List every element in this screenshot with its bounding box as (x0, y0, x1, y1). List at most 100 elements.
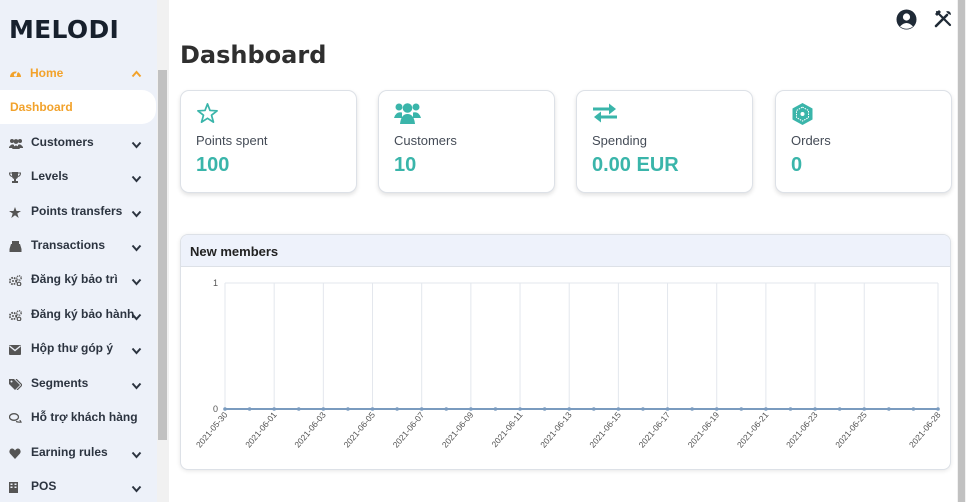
sidebar-item-label: Customers (31, 135, 94, 149)
user-circle-icon[interactable] (896, 9, 917, 35)
chevron-down-icon[interactable] (131, 136, 142, 154)
sidebar-item-label: Dashboard (10, 100, 73, 114)
sidebar-item-label: Segments (31, 376, 89, 390)
chart-data-point (690, 407, 694, 411)
chart-x-tick-label: 2021-06-11 (489, 410, 524, 449)
chart-data-point (911, 407, 916, 411)
chart-data-point (837, 407, 842, 411)
chart-x-tick-label: 2021-06-19 (686, 410, 722, 450)
sidebar-item-points-transfers[interactable]: Points transfers (0, 196, 156, 226)
new-members-chart-panel: New members 0 1 2021-05-30 2021-06-01 2021-0… (180, 234, 951, 470)
chart-x-tick-label: 2021-06-23 (784, 410, 820, 450)
chart-data-point (395, 407, 399, 411)
envelope-icon (9, 342, 21, 360)
chart-x-tick-label: 2021-06-01 (243, 410, 279, 450)
building-icon (9, 480, 18, 498)
sidebar-item-home[interactable]: Home (0, 61, 156, 85)
chevron-up-icon[interactable] (131, 67, 142, 81)
chevron-down-icon[interactable] (131, 273, 142, 291)
chevron-down-icon[interactable] (131, 205, 142, 223)
chart-data-point (936, 407, 940, 411)
sidebar-item-customers[interactable]: Customers (0, 127, 156, 157)
chevron-down-icon[interactable] (131, 170, 142, 188)
dashboard-gauge-icon (9, 67, 22, 81)
chart-data-point (321, 407, 326, 411)
page-scrollbar-thumb[interactable] (958, 0, 965, 502)
sidebar-item-maintenance-registration[interactable]: Đăng ký bảo trì (0, 264, 156, 294)
chart-data-point (493, 407, 498, 411)
cube-icon (791, 102, 814, 131)
exchange-arrows-icon (592, 102, 618, 129)
chart-data-point (469, 407, 473, 411)
sidebar-item-transactions[interactable]: Transactions (0, 230, 156, 260)
chart-x-tick-label: 2021-06-28 (907, 410, 943, 450)
sidebar-item-label: Hộp thư góp ý (31, 341, 114, 355)
heart-icon (9, 446, 21, 464)
chart-data-point (346, 407, 350, 411)
chevron-down-icon[interactable] (131, 446, 142, 464)
sidebar-item-label: Levels (31, 169, 69, 183)
chart-x-tick-label: 2021-06-05 (341, 410, 377, 450)
trophy-icon (8, 170, 22, 188)
chart-x-tick-label: 2021-06-09 (440, 410, 476, 450)
chart-data-point (813, 407, 817, 411)
sidebar: MELODI Home Dashboard Customers Levels P… (0, 0, 169, 502)
sidebar-item-label: Đăng ký bảo hành (31, 307, 135, 321)
stat-card-value: 10 (394, 154, 417, 176)
sidebar-item-label: Hỗ trợ khách hàng (31, 410, 138, 424)
chart-data-point (296, 407, 301, 411)
sidebar-item-label: Transactions (31, 238, 106, 252)
chart-x-tick-label: 2021-06-21 (735, 410, 771, 450)
chart-data-point (739, 407, 744, 411)
star-icon (9, 205, 21, 223)
stat-card-spending: Spending 0.00 EUR (576, 90, 753, 193)
chart-data-point (247, 407, 252, 411)
chart-data-point (370, 407, 375, 411)
chevron-down-icon[interactable] (131, 480, 142, 498)
stat-card-value: 0.00 EUR (592, 154, 679, 176)
stat-card-points-spent: Points spent 100 (180, 90, 357, 193)
chart-x-tick-label: 2021-06-25 (833, 410, 869, 450)
star-outline-icon (196, 102, 219, 130)
chart-data-point (223, 407, 227, 411)
sidebar-item-earning-rules[interactable]: Earning rules (0, 437, 156, 467)
sidebar-item-customer-support[interactable]: Hỗ trợ khách hàng (0, 402, 156, 432)
brand-logo[interactable]: MELODI (9, 15, 119, 44)
sidebar-item-pos[interactable]: POS (0, 471, 156, 501)
sidebar-item-label: Points transfers (31, 204, 123, 218)
chart-data-point (567, 407, 572, 411)
chart-data-point (419, 407, 424, 411)
sidebar-scrollbar-thumb[interactable] (158, 70, 167, 440)
chart-data-point (641, 407, 645, 411)
sidebar-item-label: Home (30, 66, 64, 80)
chart-data-point (616, 407, 621, 411)
stat-card-value: 100 (196, 154, 230, 176)
sidebar-item-dashboard[interactable]: Dashboard (0, 90, 156, 124)
users-icon (9, 136, 23, 154)
tools-icon[interactable] (934, 9, 953, 33)
chart-data-point (764, 407, 768, 411)
stat-card-orders: Orders 0 (775, 90, 952, 193)
sidebar-item-label: POS (31, 479, 57, 493)
chat-icon (8, 411, 23, 429)
chart-data-point (591, 407, 596, 411)
chevron-down-icon[interactable] (131, 239, 142, 257)
chart-x-tick-label: 2021-06-03 (292, 410, 328, 450)
chart-data-point (518, 407, 522, 411)
chart-x-tick-label: 2021-06-15 (587, 410, 623, 450)
sidebar-item-segments[interactable]: Segments (0, 368, 156, 398)
chevron-down-icon[interactable] (131, 308, 142, 326)
sidebar-item-feedback-mailbox[interactable]: Hộp thư góp ý (0, 333, 156, 363)
sidebar-item-label: Đăng ký bảo trì (31, 272, 118, 286)
chevron-down-icon[interactable] (131, 377, 142, 395)
users-icon (394, 102, 421, 130)
chart-data-point (272, 407, 276, 411)
stat-card-label: Orders (791, 133, 831, 148)
chart-data-point (542, 407, 547, 411)
sidebar-item-levels[interactable]: Levels (0, 161, 156, 191)
sidebar-item-warranty-registration[interactable]: Đăng ký bảo hành (0, 299, 156, 329)
chevron-down-icon[interactable] (131, 342, 142, 360)
stat-card-label: Customers (394, 133, 457, 148)
chart-y-tick-label: 1 (213, 278, 218, 288)
app-window: MELODI Home Dashboard Customers Levels P… (0, 0, 966, 502)
